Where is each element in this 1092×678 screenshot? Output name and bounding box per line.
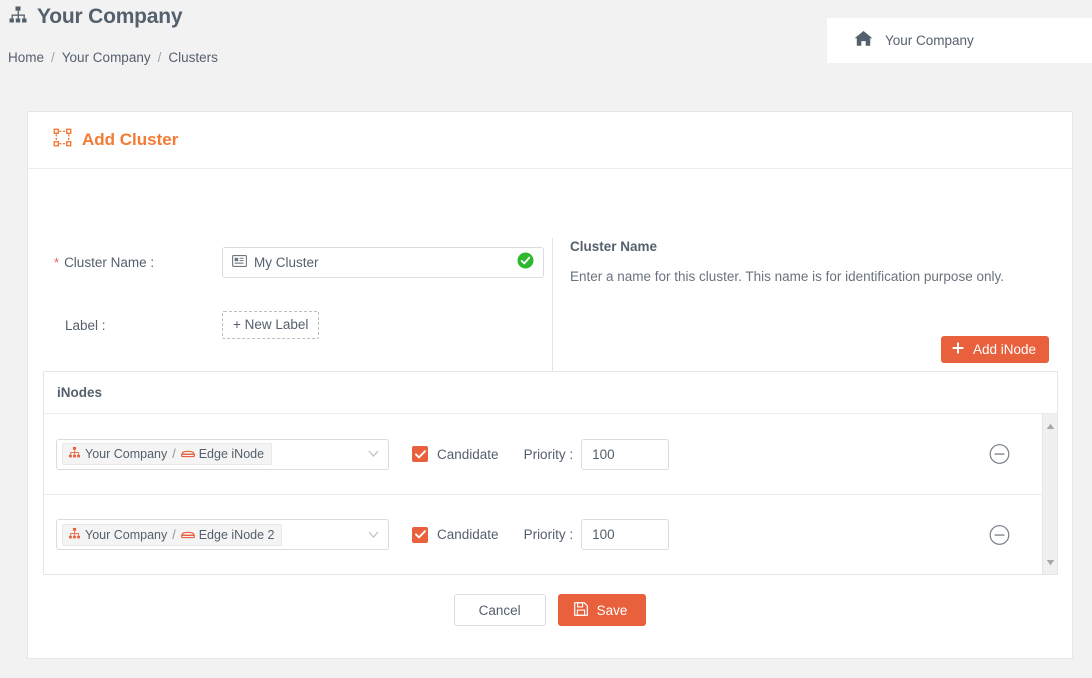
card-header: Add Cluster [28,112,1072,169]
vertical-divider [552,238,553,372]
field-row-cluster-name: * Cluster Name : My Cluster [54,247,544,278]
cluster-select-icon [53,128,72,152]
candidate-group-0: Candidate [412,446,499,462]
cluster-name-input[interactable]: My Cluster [222,247,544,278]
company-panel[interactable]: Your Company [827,18,1092,63]
breadcrumb: Home / Your Company / Clusters [4,50,222,65]
top-header: Your Company Home / Your Company / Clust… [0,0,1092,74]
add-inode-button[interactable]: Add iNode [940,336,1049,363]
candidate-checkbox-0[interactable] [412,446,428,462]
inodes-scrollbar[interactable] [1042,414,1057,574]
priority-label-0: Priority : [523,446,574,462]
sitemap-icon [68,446,81,462]
field-row-label: Label : + New Label [54,311,320,339]
label-field-label-text: Label : [65,317,106,333]
valid-check-icon [517,252,534,274]
page-title: Add Cluster [82,130,179,149]
inode-chip: Your Company / Edge iNode [62,443,273,465]
inode-select-1[interactable]: Your Company / Edge iNode 2 [56,519,389,550]
inode-chip-node: Edge iNode [198,447,265,461]
inode-chip-company: Your Company [85,447,168,461]
new-label-button[interactable]: + New Label [222,311,320,339]
cancel-button[interactable]: Cancel [453,594,546,626]
inode-chip-node: Edge iNode 2 [198,527,275,542]
cluster-name-value: My Cluster [254,255,319,270]
floppy-save-icon [573,601,588,619]
save-button[interactable]: Save [557,594,647,626]
inodes-list: Your Company / Edge iNode Candidate Prio… [44,414,1057,574]
priority-label-1: Priority : [523,527,574,542]
priority-input-1[interactable] [581,519,670,550]
label-field-label: Label : [54,318,222,333]
candidate-label-0: Candidate [437,446,499,462]
chevron-down-icon[interactable] [368,526,379,544]
minus-circle-icon[interactable] [989,524,1010,545]
table-row: Your Company / Edge iNode 2 Candidate Pr… [44,494,1057,574]
breadcrumb-separator: / [157,50,162,65]
priority-group-0: Priority : [523,438,670,470]
sitemap-icon [8,5,28,30]
inode-select-0[interactable]: Your Company / Edge iNode [56,438,389,470]
inodes-panel: iNodes Your Company / Edge iNode Candida… [43,371,1058,575]
priority-group-1: Priority : [524,519,670,550]
form-area: * Cluster Name : My Cluster Label: + Ne… [28,169,1072,389]
form-footer: Cancel Save [28,594,1072,626]
breadcrumb-item-your-company[interactable]: Your Company [58,50,155,65]
chevron-down-icon[interactable] [368,445,379,463]
breadcrumb-separator: / [51,50,55,65]
id-card-icon [232,254,247,272]
candidate-label-1: Candidate [437,527,499,542]
candidate-group-1: Candidate [412,526,499,543]
scroll-down-arrow-icon[interactable] [1046,553,1055,571]
inodes-panel-header: iNodes [44,372,1057,414]
server-icon [180,528,195,542]
scroll-up-arrow-icon[interactable] [1046,417,1055,435]
company-panel-label: Your Company [885,33,974,48]
required-marker: * [54,255,60,270]
help-text: Enter a name for this cluster. This name… [570,269,1004,284]
inode-chip-separator: / [172,447,176,461]
minus-circle-icon[interactable] [989,444,1010,465]
home-icon [854,30,873,52]
cluster-name-label-text: Cluster Name : [64,255,155,270]
sitemap-icon [68,527,81,543]
help-block: Cluster Name Enter a name for this clust… [570,239,1040,287]
add-inode-button-wrap: Add iNode [940,336,1049,363]
brand: Your Company [8,2,183,32]
cluster-name-label: * Cluster Name : [54,255,222,270]
server-icon [180,447,195,461]
breadcrumb-item-clusters[interactable]: Clusters [164,50,222,65]
add-inode-button-label: Add iNode [972,342,1036,357]
candidate-checkbox-1[interactable] [412,526,428,543]
inode-chip: Your Company / Edge iNode 2 [62,523,283,546]
brand-title: Your Company [37,5,183,28]
help-title: Cluster Name [570,239,658,254]
priority-input-0[interactable] [581,438,670,470]
inode-chip-company: Your Company [85,527,168,542]
breadcrumb-item-home[interactable]: Home [4,50,48,65]
table-row: Your Company / Edge iNode Candidate Prio… [44,414,1057,494]
add-cluster-card: Add Cluster * Cluster Name : My Cluster … [27,111,1073,659]
inodes-panel-title: iNodes [57,385,103,400]
save-button-label: Save [596,602,628,618]
inode-chip-separator: / [172,527,176,542]
plus-icon [952,342,964,357]
